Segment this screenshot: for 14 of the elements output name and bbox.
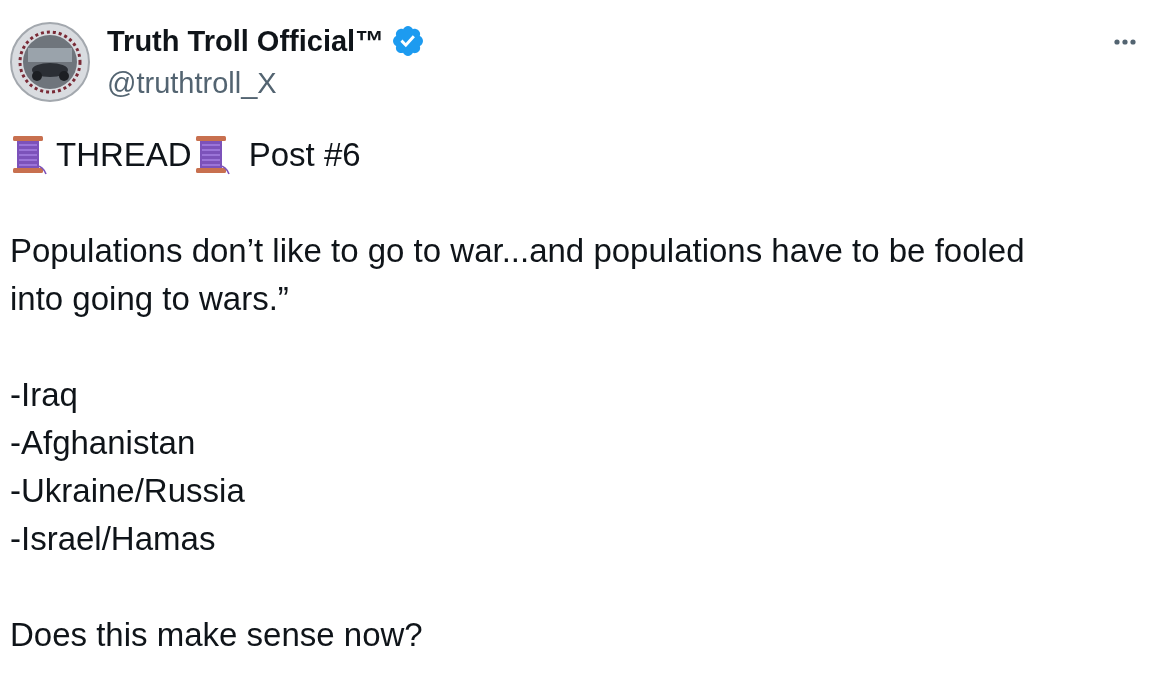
post-text: THREAD — [56, 135, 192, 175]
user-handle[interactable]: @truthtroll_X — [107, 64, 277, 102]
list-line: -Iraq — [10, 375, 78, 415]
list-line: -Ukraine/Russia — [10, 471, 245, 511]
spool-icon — [13, 135, 47, 175]
post-text: Post #6 — [248, 135, 361, 175]
list-line: -Israel/Hamas — [10, 519, 216, 559]
list-line: -Afghanistan — [10, 423, 196, 463]
spool-icon — [195, 135, 230, 175]
display-name[interactable]: Truth Troll Official™ — [107, 22, 385, 60]
more-icon[interactable] — [1114, 39, 1136, 45]
post-text: Populations don’t like to go to war...and populations have to be fooled into going to wars.” — [10, 231, 1026, 319]
post-text: Does this make sense now? — [10, 615, 424, 655]
avatar-image[interactable] — [10, 22, 90, 102]
